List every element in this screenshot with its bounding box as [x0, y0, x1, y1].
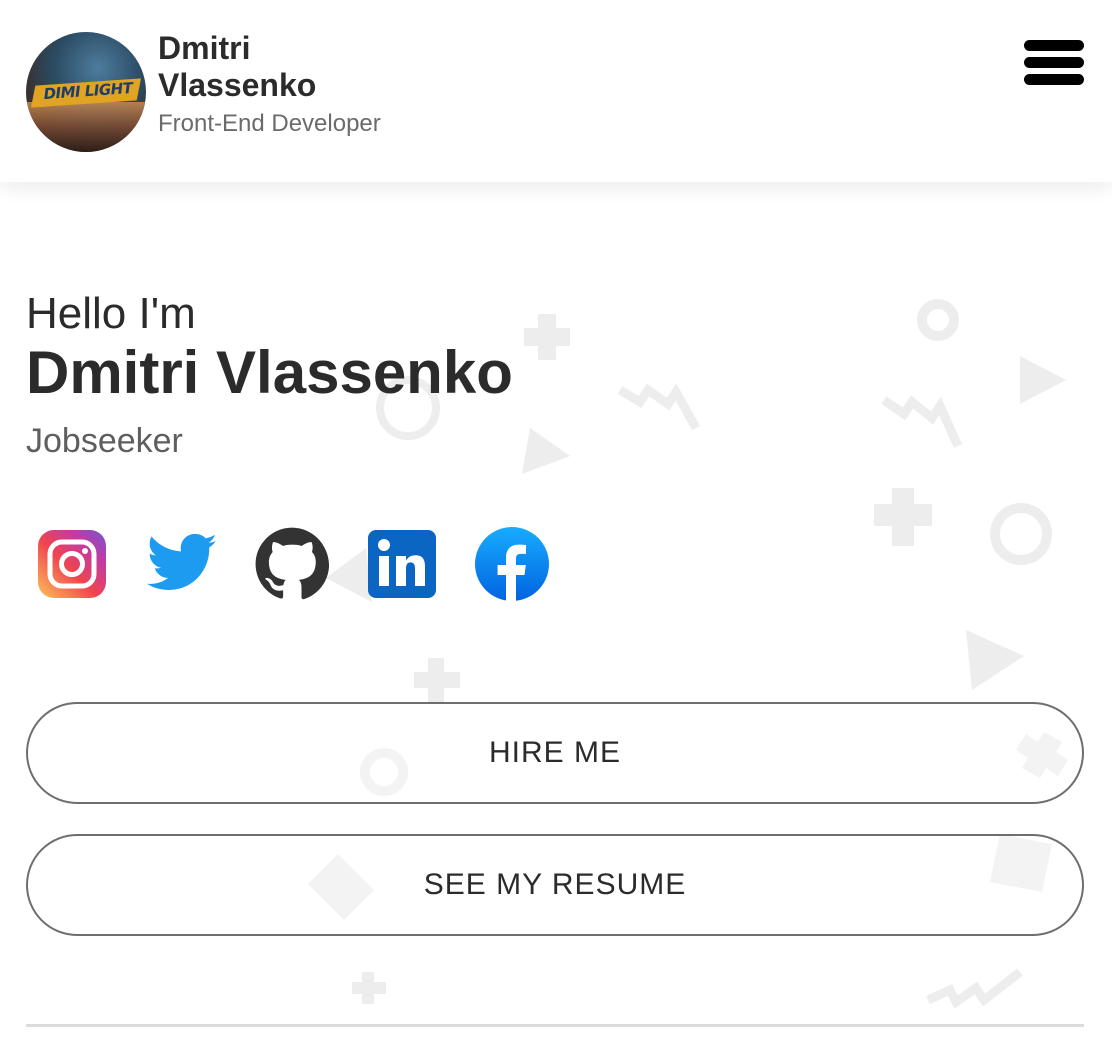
linkedin-icon: [368, 530, 436, 598]
hero-greeting: Hello I'm: [26, 289, 196, 338]
hero-name: Dmitri Vlassenko: [26, 339, 513, 406]
site-header: DIMI LIGHT Dmitri Vlassenko Front-End De…: [0, 0, 1112, 182]
plus-shape: [524, 314, 570, 360]
twitter-link[interactable]: [144, 526, 220, 602]
zigzag-shape: [926, 968, 1023, 1009]
triangle-shape: [1020, 356, 1066, 404]
section-divider: [26, 1024, 1084, 1027]
hero-role: Jobseeker: [26, 422, 183, 460]
instagram-icon: [38, 530, 106, 598]
hire-me-button[interactable]: HIRE ME: [26, 702, 1084, 804]
linkedin-link[interactable]: [364, 526, 440, 602]
zigzag-shape: [881, 395, 963, 448]
zigzag-shape: [617, 383, 700, 431]
circle-shape: [917, 299, 959, 341]
brand-name[interactable]: Dmitri Vlassenko: [158, 30, 398, 104]
facebook-link[interactable]: [474, 526, 550, 602]
hero-section: Hello I'm Dmitri Vlassenko Jobseeker: [26, 288, 513, 461]
facebook-icon: [475, 527, 549, 601]
menu-bar: [1024, 74, 1084, 85]
social-links: [34, 526, 584, 602]
circle-shape: [990, 503, 1052, 565]
github-icon: [255, 527, 330, 600]
twitter-icon: [146, 533, 217, 590]
brand-role: Front-End Developer: [158, 110, 381, 137]
plus-shape: [874, 488, 932, 546]
see-resume-button[interactable]: SEE MY RESUME: [26, 834, 1084, 936]
menu-bar: [1024, 57, 1084, 68]
triangle-shape: [522, 428, 570, 474]
plus-shape: [414, 658, 460, 702]
triangle-shape: [966, 630, 1024, 690]
avatar-background: [26, 102, 146, 152]
menu-bar: [1024, 40, 1084, 51]
avatar[interactable]: DIMI LIGHT: [26, 32, 146, 152]
plus-shape: [352, 972, 386, 1004]
hamburger-menu-icon[interactable]: [1022, 38, 1086, 88]
instagram-link[interactable]: [34, 526, 110, 602]
github-link[interactable]: [254, 526, 330, 602]
